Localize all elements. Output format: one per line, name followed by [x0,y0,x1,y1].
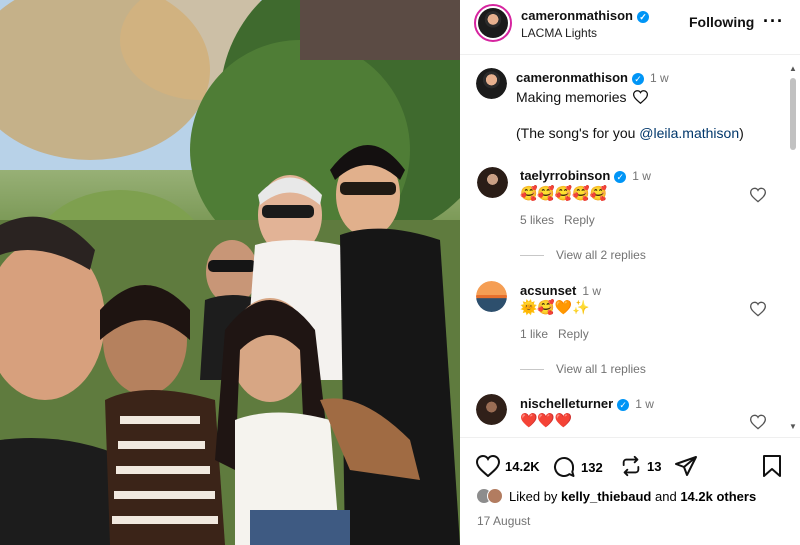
caption-text-3: ) [739,125,744,141]
caption-line-1: Making memories [516,89,649,105]
liked-by-prefix: Liked by [509,488,558,504]
caption-time: 1 w [649,71,669,85]
comment-text: ❤️❤️❤️ [520,412,573,428]
verified-badge-icon: ✓ [617,399,630,411]
following-button[interactable]: Following [689,14,754,30]
comment-action[interactable]: 132 [552,455,603,479]
caption-text-2: (The song's for you [516,125,640,141]
share-action[interactable] [674,455,698,477]
likes-count: 14.2K [505,458,540,474]
post-actions: 14.2K 132 13 Liked by kelly_thiebaud and… [460,437,800,545]
comment-header: acsunset 1 w [520,283,601,298]
heart-outline-icon [633,90,649,105]
comment-text: 🥰🥰🥰🥰🥰 [520,185,608,201]
view-replies-label: View all 2 replies [556,248,646,262]
liked-by-and: and [654,488,677,504]
like-action[interactable]: 14.2K [476,455,540,477]
post-details-panel: cameronmathison ✓ LACMA Lights Following … [460,0,800,545]
comment-likes[interactable]: 5 likes [520,213,554,227]
post-date: 17 August [477,514,531,528]
reposts-count: 13 [647,458,662,474]
liked-by-summary: Liked by kelly_thiebaud and 14.2k others [476,488,756,504]
view-replies-button[interactable]: View all 1 replies [520,362,646,376]
comment-time: 1 w [632,169,651,183]
comment-username[interactable]: taelyrrobinson [520,168,610,183]
save-action[interactable] [762,455,782,477]
scroll-thumb[interactable] [790,78,796,150]
scroll-down-icon[interactable]: ▼ [789,422,797,431]
like-comment-heart-icon[interactable] [750,414,766,430]
post-photo[interactable] [0,0,460,545]
repost-icon[interactable] [620,455,642,477]
comment-bubble-icon[interactable] [552,455,576,479]
comment-meta: 1 like Reply [520,327,599,341]
comment-time: 1 w [635,397,654,411]
comments-count: 132 [581,459,603,475]
comment-avatar[interactable] [476,394,507,425]
caption-line-2: (The song's for you @leila.mathison) [516,125,744,141]
location-link[interactable]: LACMA Lights [521,26,597,40]
caption-username[interactable]: cameronmathison [516,70,628,85]
reply-button[interactable]: Reply [558,327,589,341]
comment-text: 🌞🥰🧡✨ [520,299,590,315]
share-send-icon[interactable] [674,455,698,477]
caption-text: Making memories [516,89,627,105]
comment-header: nischelleturner ✓ 1 w [520,396,654,411]
reply-button[interactable]: Reply [564,213,595,227]
comment-username[interactable]: acsunset [520,283,576,298]
verified-badge-icon: ✓ [631,73,644,85]
like-heart-icon[interactable] [476,455,500,477]
liked-by-user[interactable]: kelly_thiebaud [561,489,651,504]
scroll-up-icon[interactable]: ▲ [789,64,797,73]
comment-username[interactable]: nischelleturner [520,396,613,411]
caption-header: cameronmathison ✓ 1 w [516,70,669,85]
author-username[interactable]: cameronmathison [521,8,633,23]
comment-avatar[interactable] [477,167,508,198]
liker-avatar[interactable] [487,488,503,504]
view-replies-label: View all 1 replies [556,362,646,376]
comment-likes[interactable]: 1 like [520,327,548,341]
reply-divider [520,369,544,371]
liked-by-others[interactable]: 14.2k others [680,489,756,504]
comments-scrollbar[interactable]: ▲ ▼ [787,64,799,434]
post-header: cameronmathison ✓ LACMA Lights Following … [460,0,800,55]
group-selfie-photo [0,0,460,545]
reply-divider [520,255,544,257]
bookmark-icon[interactable] [762,455,782,477]
repost-action[interactable]: 13 [620,455,661,477]
comment-avatar[interactable] [476,281,507,312]
more-icon[interactable]: ··· [763,11,784,32]
verified-badge-icon: ✓ [614,171,627,183]
verified-badge-icon: ✓ [636,11,649,23]
mention-link[interactable]: @leila.mathison [639,125,739,141]
comment-meta: 5 likes Reply [520,213,605,227]
like-comment-heart-icon[interactable] [750,301,766,317]
comment-header: taelyrrobinson ✓ 1 w [520,168,651,183]
view-replies-button[interactable]: View all 2 replies [520,248,646,262]
caption-avatar[interactable] [476,68,507,99]
author-avatar[interactable] [474,4,512,42]
comment-time: 1 w [582,284,602,298]
like-comment-heart-icon[interactable] [750,187,766,203]
